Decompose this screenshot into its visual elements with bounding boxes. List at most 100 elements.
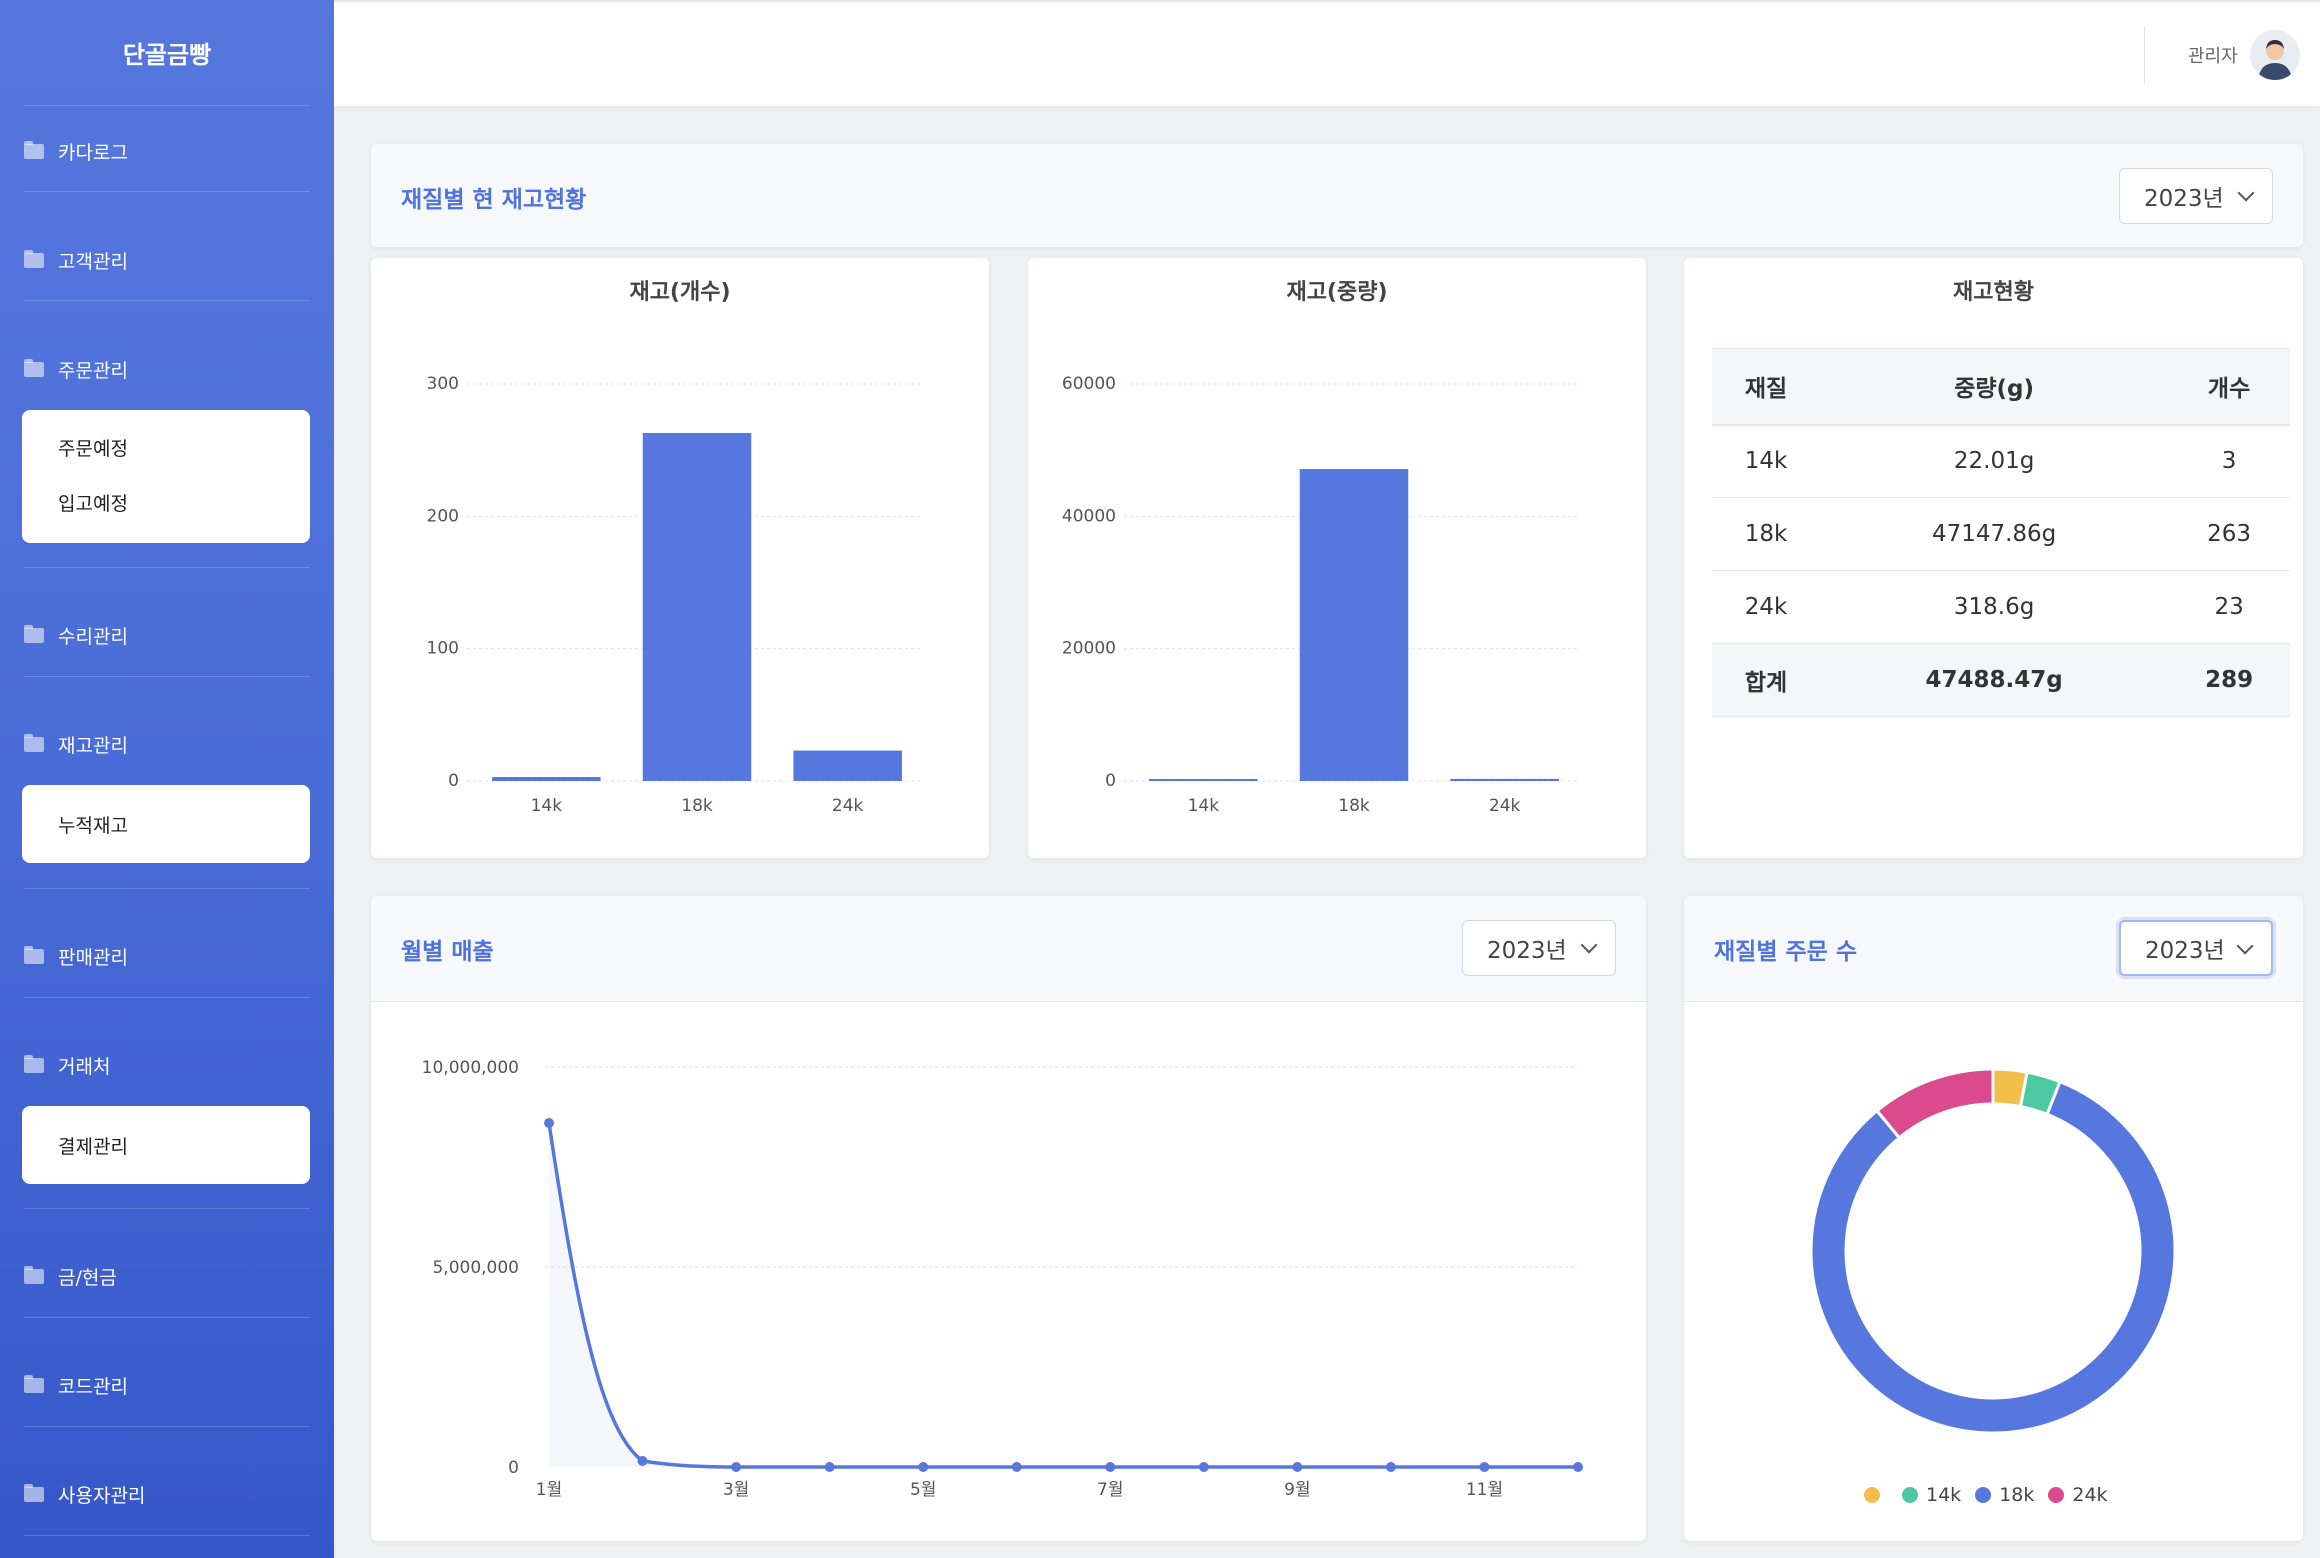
y-tick-label: 5,000,000 <box>432 1258 519 1278</box>
y-tick-label: 40000 <box>1062 506 1116 526</box>
brand-logo[interactable]: 단골금빵 <box>24 0 310 106</box>
donut-chart-orders <box>1809 1067 2177 1435</box>
legend-item[interactable]: 24k <box>2048 1484 2108 1506</box>
nav-item-label: 판매관리 <box>58 947 128 969</box>
folder-icon <box>24 1055 44 1073</box>
y-tick-label: 0 <box>1105 771 1116 791</box>
bar <box>642 432 752 781</box>
folder-icon <box>24 625 44 643</box>
bar <box>1450 778 1559 781</box>
nav-item-users[interactable]: 사용자관리 <box>24 1481 310 1508</box>
table-header-row: 재질 중량(g) 개수 <box>1712 348 2290 426</box>
nav-item-label: 코드관리 <box>58 1376 128 1398</box>
divider <box>24 191 310 192</box>
folder-icon <box>24 250 44 268</box>
donut-slice <box>1874 1067 1995 1140</box>
y-tick-label: 0 <box>448 771 459 791</box>
legend-dot-icon <box>1864 1487 1880 1503</box>
x-tick-label: 14k <box>1188 796 1220 816</box>
y-tick-label: 10,000,000 <box>422 1058 519 1078</box>
x-tick-label: 14k <box>531 796 563 816</box>
table-cell: 14k <box>1712 424 1821 498</box>
chart-card-count: 재고(개수) 0 100 200 300 14k 18k 24k <box>371 258 989 858</box>
submenu-item-receiving-planned[interactable]: 입고예정 <box>58 489 128 516</box>
folder-icon <box>24 141 44 159</box>
card-header <box>371 144 2303 248</box>
legend-label: 18k <box>1999 1484 2035 1506</box>
chart-card-weight: 재고(중량) 0 20000 40000 60000 14k 18k 24k <box>1028 258 1646 858</box>
folder-icon <box>24 1484 44 1502</box>
legend-dot-icon <box>1902 1487 1918 1503</box>
inventory-table: 재질 중량(g) 개수 14k 22.01g 3 18k 47147.86g 2… <box>1712 348 2290 717</box>
avatar[interactable] <box>2250 30 2300 80</box>
bar <box>1149 779 1258 781</box>
legend-label: 24k <box>2072 1484 2108 1506</box>
table-row: 14k 22.01g 3 <box>1712 424 2290 498</box>
bar <box>793 750 902 781</box>
user-avatar-icon <box>2258 40 2292 80</box>
nav-item-codes[interactable]: 코드관리 <box>24 1372 310 1399</box>
table-cell: 318.6g <box>1820 570 2169 644</box>
select-value: 2023년 <box>2144 186 2224 212</box>
bar <box>492 777 601 781</box>
nav-item-gold-cash[interactable]: 금/현금 <box>24 1263 310 1290</box>
submenu-inventory: 누적재고 <box>22 785 310 863</box>
nav-item-label: 주문관리 <box>58 360 128 382</box>
y-tick-label: 200 <box>427 506 459 526</box>
divider <box>24 1208 310 1209</box>
folder-icon <box>24 359 44 377</box>
table-cell: 23 <box>2168 570 2290 644</box>
nav-item-sales[interactable]: 판매관리 <box>24 943 310 970</box>
table-cell: 47147.86g <box>1820 497 2169 571</box>
nav-item-customers[interactable]: 고객관리 <box>24 247 310 274</box>
table-row: 18k 47147.86g 263 <box>1712 497 2290 571</box>
submenu-orders: 주문예정 입고예정 <box>22 410 310 543</box>
donut-slice <box>1809 1079 2177 1435</box>
legend-item[interactable] <box>1864 1487 1888 1503</box>
sidebar: 단골금빵 카다로그 고객관리 주문관리 주문예정 입고예정 수리관리 재고관리 … <box>0 0 334 1558</box>
legend-dot-icon <box>2048 1487 2065 1503</box>
y-tick-label: 300 <box>427 374 459 394</box>
nav-item-inventory[interactable]: 재고관리 <box>24 731 310 758</box>
table-cell: 18k <box>1712 497 1821 571</box>
column-header: 재질 <box>1712 348 1821 426</box>
table-row: 24k 318.6g 23 <box>1712 570 2290 644</box>
orders-by-material-card: 재질별 주문 수 2023년 <box>1684 896 2303 1541</box>
bar <box>1299 469 1409 781</box>
donut-legend: 14k 18k 24k <box>1864 1484 2122 1506</box>
submenu-item-order-planned[interactable]: 주문예정 <box>58 434 128 461</box>
data-point <box>1198 1462 1209 1472</box>
legend-label: 14k <box>1926 1484 1962 1506</box>
x-tick-label: 24k <box>1489 796 1521 816</box>
table-cell: 47488.47g <box>1820 643 2169 717</box>
divider <box>24 300 310 301</box>
table-cell: 합계 <box>1712 643 1821 717</box>
x-tick-label: 18k <box>1338 796 1370 816</box>
table-cell: 289 <box>2168 643 2290 717</box>
x-tick-label: 18k <box>681 796 713 816</box>
legend-item[interactable]: 14k <box>1902 1484 1961 1506</box>
divider <box>24 567 310 568</box>
nav-item-label: 수리관리 <box>58 626 128 648</box>
chevron-down-icon <box>2237 184 2255 202</box>
nav-item-repairs[interactable]: 수리관리 <box>24 622 310 649</box>
data-point <box>1385 1462 1396 1472</box>
x-tick-label: 9월 <box>1284 1480 1310 1500</box>
bar-chart-count: 0 100 200 300 14k 18k 24k <box>427 374 923 816</box>
stock-year-select[interactable]: 2023년 <box>2119 168 2273 224</box>
x-tick-label: 7월 <box>1097 1480 1123 1500</box>
table-title: 재고현황 <box>1953 280 2034 305</box>
nav-item-partners[interactable]: 거래처 <box>24 1052 310 1079</box>
submenu-item-payments[interactable]: 결제관리 <box>58 1132 128 1159</box>
folder-icon <box>24 734 44 752</box>
stock-card-title: 재질별 현 재고현황 <box>401 187 587 213</box>
nav-item-catalog[interactable]: 카다로그 <box>24 138 310 165</box>
submenu-item-cumulative-stock[interactable]: 누적재고 <box>58 811 128 838</box>
legend-item[interactable]: 18k <box>1975 1484 2034 1506</box>
user-name[interactable]: 관리자 <box>2188 42 2238 68</box>
x-tick-label: 3월 <box>723 1480 749 1500</box>
divider <box>24 1426 310 1427</box>
nav-item-orders[interactable]: 주문관리 <box>24 356 310 383</box>
nav-item-label: 사용자관리 <box>58 1485 146 1507</box>
divider <box>24 676 310 677</box>
